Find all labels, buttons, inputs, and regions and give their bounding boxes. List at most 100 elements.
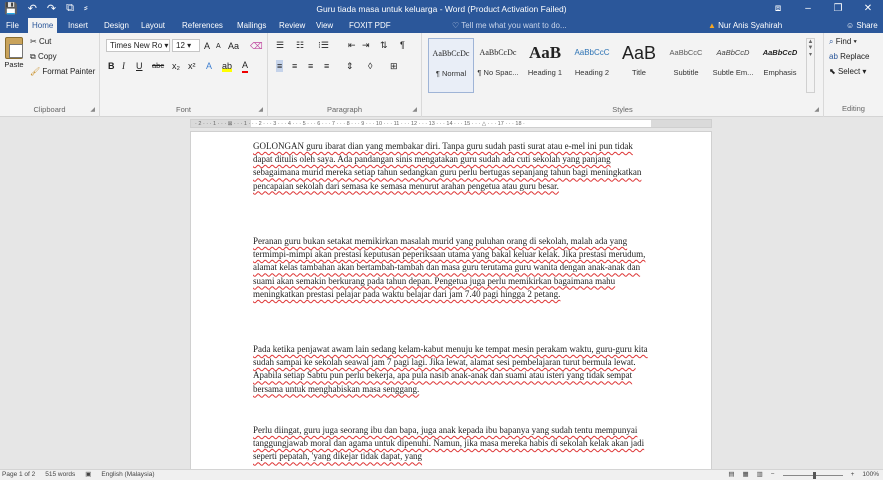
font-group: Times New Ro ▾ 12 ▾ A A Aa ⌫ B I U abc x…	[100, 33, 268, 117]
style-name: ¶ Normal	[435, 69, 467, 78]
paragraph-2[interactable]: Peranan guru bukan setakat memikirkan ma…	[253, 235, 649, 301]
paragraph-text: Peranan guru bukan setakat memikirkan ma…	[253, 236, 646, 299]
subscript-button[interactable]: x₂	[172, 60, 180, 72]
document-page[interactable]: GOLONGAN guru ibarat dian yang membakar …	[190, 131, 712, 471]
style-subtitle[interactable]: AaBbCcC Subtitle	[663, 38, 709, 93]
style-subtle-emphasis[interactable]: AaBbCcD Subtle Em...	[710, 38, 756, 93]
align-right-button[interactable]: ≡	[308, 60, 313, 72]
paragraph-launcher-icon[interactable]: ◢	[412, 106, 417, 113]
share-button[interactable]: ☺ Share	[846, 18, 878, 33]
editing-group-label: Editing	[842, 104, 865, 113]
language-indicator[interactable]: English (Malaysia)	[101, 470, 154, 480]
font-launcher-icon[interactable]: ◢	[258, 106, 263, 113]
page-count[interactable]: Page 1 of 2	[2, 470, 35, 480]
styles-gallery-scroll[interactable]: ▲ ▼ ▾	[806, 38, 815, 93]
grow-font-button[interactable]: A	[204, 40, 210, 52]
format-painter-label: Format Painter	[42, 67, 96, 76]
shading-button[interactable]: ◊	[368, 60, 372, 72]
style-no-spacing[interactable]: AaBbCcDc ¶ No Spac...	[475, 38, 521, 93]
account-area[interactable]: ▲ Nur Anis Syahirah	[708, 18, 782, 33]
close-button[interactable]: ✕	[853, 0, 883, 18]
tab-layout[interactable]: Layout	[137, 18, 169, 33]
zoom-out-button[interactable]: −	[771, 470, 775, 480]
tab-insert[interactable]: Insert	[64, 18, 92, 33]
italic-button[interactable]: I	[122, 60, 125, 72]
replace-button[interactable]: ab Replace	[829, 52, 869, 61]
strikethrough-button[interactable]: abc	[152, 60, 164, 72]
multilevel-list-button[interactable]: ⁝☰	[318, 39, 329, 51]
style-preview: AaBbCcDc	[432, 49, 470, 58]
proofing-icon[interactable]: ▣	[85, 470, 91, 480]
tab-references[interactable]: References	[178, 18, 227, 33]
underline-button[interactable]: U	[136, 60, 143, 72]
style-name: Title	[632, 68, 646, 77]
zoom-level[interactable]: 100%	[862, 470, 879, 480]
justify-button[interactable]: ≡	[324, 60, 329, 72]
sort-button[interactable]: ⇅	[380, 39, 388, 51]
paragraph-text: GOLONGAN guru ibarat dian yang membakar …	[253, 141, 642, 191]
change-case-button[interactable]: Aa	[228, 40, 239, 52]
ribbon-display-options-button[interactable]: ⧈	[763, 0, 793, 18]
highlight-color-button[interactable]: ab	[222, 60, 233, 72]
decrease-indent-button[interactable]: ⇤	[348, 39, 356, 51]
tab-home[interactable]: Home	[28, 18, 58, 33]
align-center-button[interactable]: ≡	[292, 60, 297, 72]
style-title[interactable]: AaB Title	[616, 38, 662, 93]
horizontal-ruler[interactable]: · 2 · · · 1 · · · ⊠ · · · 1 · · · 2 · · …	[190, 119, 712, 128]
print-layout-icon[interactable]: ▦	[742, 470, 748, 480]
paragraph-text: Pada ketika penjawat awam lain sedang ke…	[253, 344, 648, 394]
paragraph-text: Perlu diingat, guru juga seorang ibu dan…	[253, 425, 645, 462]
paintbrush-icon: 🖌	[30, 67, 43, 76]
styles-launcher-icon[interactable]: ◢	[814, 106, 819, 113]
borders-button[interactable]: ⊞	[390, 60, 398, 72]
numbering-button[interactable]: ☷	[296, 39, 304, 51]
cut-label: Cut	[38, 37, 52, 46]
style-heading-2[interactable]: AaBbCcC Heading 2	[569, 38, 615, 93]
font-family-select[interactable]: Times New Ro ▾	[106, 39, 170, 52]
format-painter-button[interactable]: 🖌 Format Painter	[30, 67, 95, 76]
bold-button[interactable]: B	[108, 60, 115, 72]
read-mode-icon[interactable]: ▤	[728, 470, 734, 480]
tab-foxit-pdf[interactable]: FOXIT PDF	[345, 18, 395, 33]
replace-icon: ab	[829, 52, 841, 61]
paragraph-4[interactable]: Perlu diingat, guru juga seorang ibu dan…	[253, 424, 649, 464]
superscript-button[interactable]: x²	[188, 60, 196, 72]
bullets-button[interactable]: ☰	[276, 39, 284, 51]
styles-group: AaBbCcDc ¶ Normal AaBbCcDc ¶ No Spac... …	[422, 33, 824, 117]
style-normal[interactable]: AaBbCcDc ¶ Normal	[428, 38, 474, 93]
shrink-font-button[interactable]: A	[216, 41, 221, 53]
show-marks-button[interactable]: ¶	[400, 39, 405, 51]
zoom-slider[interactable]	[782, 472, 843, 479]
web-layout-icon[interactable]: ▥	[757, 470, 763, 480]
tab-review[interactable]: Review	[275, 18, 309, 33]
word-count[interactable]: 515 words	[45, 470, 75, 480]
paste-button[interactable]: Paste	[2, 37, 26, 69]
style-emphasis[interactable]: AaBbCcD Emphasis	[757, 38, 803, 93]
minimize-button[interactable]: –	[793, 0, 823, 18]
paragraph-1[interactable]: GOLONGAN guru ibarat dian yang membakar …	[253, 140, 649, 193]
line-spacing-button[interactable]: ⇕	[346, 60, 354, 72]
text-effects-button[interactable]: A	[206, 60, 212, 72]
tab-design[interactable]: Design	[100, 18, 133, 33]
zoom-in-button[interactable]: +	[851, 470, 855, 480]
font-size-select[interactable]: 12 ▾	[172, 39, 200, 52]
tab-file[interactable]: File	[2, 18, 23, 33]
style-name: Subtitle	[673, 68, 699, 77]
clear-formatting-button[interactable]: ⌫	[250, 40, 263, 52]
align-left-button[interactable]: ≡	[276, 60, 284, 72]
style-heading-1[interactable]: AaB Heading 1	[522, 38, 568, 93]
select-button[interactable]: ⬉ Select ▾	[829, 67, 866, 76]
find-button[interactable]: ⌕ Find ▾	[829, 37, 857, 47]
increase-indent-button[interactable]: ⇥	[362, 39, 370, 51]
copy-button[interactable]: ⧉ Copy	[30, 52, 57, 62]
tab-mailings[interactable]: Mailings	[233, 18, 270, 33]
clipboard-launcher-icon[interactable]: ◢	[90, 106, 95, 113]
font-color-button[interactable]: A	[242, 59, 249, 73]
tab-view[interactable]: View	[312, 18, 337, 33]
maximize-button[interactable]: ❐	[823, 0, 853, 18]
paragraph-3[interactable]: Pada ketika penjawat awam lain sedang ke…	[253, 343, 649, 396]
style-name: Heading 1	[527, 68, 563, 77]
cut-button[interactable]: ✂ Cut	[30, 37, 51, 46]
tell-me-search[interactable]: ♡ Tell me what you want to do...	[452, 18, 567, 33]
paragraph-group: ☰ ☷ ⁝☰ ⇤ ⇥ ⇅ ¶ ≡ ≡ ≡ ≡ ⇕ ◊ ⊞ Paragraph ◢	[268, 33, 422, 117]
